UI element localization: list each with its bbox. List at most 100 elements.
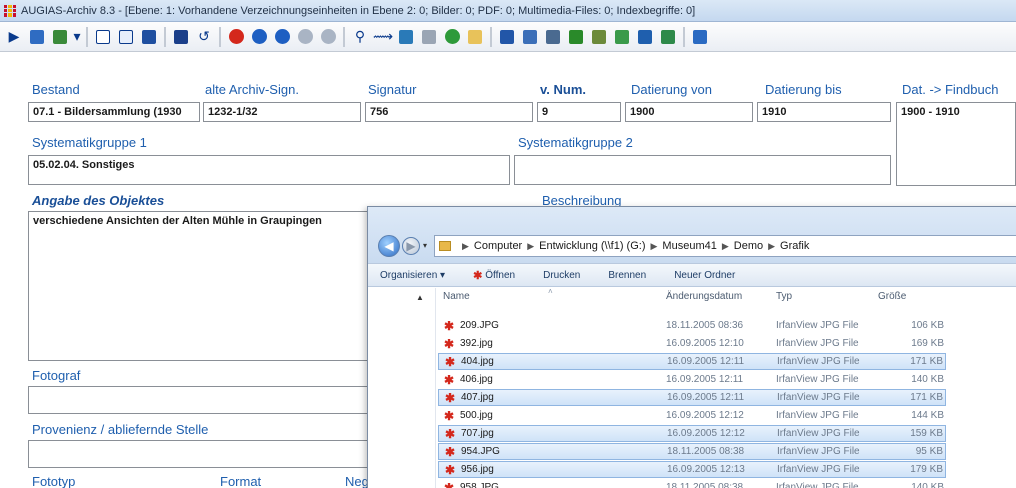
datierung-von-field[interactable]: 1900: [625, 102, 753, 122]
column-header-date[interactable]: Änderungsdatum: [666, 291, 742, 302]
angabe-des-objektes-field[interactable]: verschiedene Ansichten der Alten Mühle i…: [28, 211, 368, 361]
file-row[interactable]: ✱ 209.JPG 18.11.2005 08:36 IrfanView JPG Fi…: [438, 317, 946, 334]
print-icon[interactable]: [419, 27, 439, 47]
list-icon[interactable]: [612, 27, 632, 47]
chevron-right-icon: ▶: [462, 240, 469, 251]
file-date: 18.11.2005 08:38: [667, 446, 745, 457]
file-date: 16.09.2005 12:12: [666, 410, 744, 421]
fototyp-label: Fototyp: [32, 474, 76, 488]
v-num-label: v. Num.: [540, 82, 586, 97]
irfanview-file-icon: ✱: [444, 408, 455, 423]
column-header-name[interactable]: Name: [443, 291, 470, 302]
command-bar: Organisieren ▾ ✱ Öffnen Drucken Brennen …: [368, 263, 1016, 287]
delete-icon[interactable]: [226, 27, 246, 47]
address-bar[interactable]: ▶ Computer ▶ Entwicklung (\\f1) (G:) ▶ M…: [434, 235, 1016, 257]
bestand-field[interactable]: 07.1 - Bildersammlung (1930: [28, 102, 200, 122]
file-date: 16.09.2005 12:11: [667, 392, 745, 403]
format-label: Format: [220, 474, 262, 488]
breadcrumb-entwicklung[interactable]: Entwicklung (\\f1) (G:): [539, 240, 645, 252]
toolbar-separator: [683, 26, 685, 47]
clipboard-icon[interactable]: [465, 27, 485, 47]
systematikgruppe-2-label: Systematikgruppe 2: [518, 135, 633, 150]
chevron-right-icon: ▶: [768, 240, 776, 251]
green-book-icon[interactable]: [566, 27, 586, 47]
toolbar-separator: [164, 26, 166, 47]
forward-arrow-icon: ▶: [406, 239, 416, 253]
column-header-size[interactable]: Größe: [878, 291, 906, 302]
breadcrumb-museum41[interactable]: Museum41: [662, 240, 716, 252]
title-bar: AUGIAS-Archiv 8.3 - [Ebene: 1: Vorhanden…: [0, 0, 1016, 22]
irfanview-file-icon: ✱: [445, 444, 456, 459]
file-row[interactable]: ✱ 956.jpg 16.09.2005 12:13 IrfanView JPG Fi…: [438, 461, 946, 478]
signatur-field[interactable]: 756: [365, 102, 533, 122]
file-date: 16.09.2005 12:12: [667, 428, 745, 439]
first-icon[interactable]: [249, 27, 269, 47]
irfanview-file-icon: ✱: [444, 318, 455, 333]
systematikgruppe-1-field[interactable]: 05.02.04. Sonstiges: [28, 155, 510, 185]
provenienz-field[interactable]: [28, 440, 368, 468]
file-row[interactable]: ✱ 392.jpg 16.09.2005 12:10 IrfanView JPG Fi…: [438, 335, 946, 352]
dat-findbuch-field[interactable]: 1900 - 1910: [896, 102, 1016, 186]
column-header-type[interactable]: Typ: [776, 291, 792, 302]
irfanview-file-icon: ✱: [444, 372, 455, 387]
binoculars-icon[interactable]: ⚲: [350, 27, 370, 47]
monitor-icon[interactable]: [658, 27, 678, 47]
tree-icon[interactable]: [50, 27, 70, 47]
dat-findbuch-label: Dat. -> Findbuch: [902, 82, 999, 97]
file-size: 140 KB: [911, 374, 944, 385]
breadcrumb-demo[interactable]: Demo: [734, 240, 763, 252]
book-icon[interactable]: [543, 27, 563, 47]
image-icon[interactable]: [396, 27, 416, 47]
last-icon[interactable]: [318, 27, 338, 47]
copy-icon[interactable]: [116, 27, 136, 47]
undo-icon[interactable]: ↺: [194, 27, 214, 47]
datierung-bis-field[interactable]: 1910: [757, 102, 891, 122]
file-type: IrfanView JPG File: [777, 392, 860, 403]
breadcrumb-grafik[interactable]: Grafik: [780, 240, 809, 252]
arrow-right-icon[interactable]: ▶: [4, 27, 24, 47]
table-icon[interactable]: [139, 27, 159, 47]
columns-icon[interactable]: [27, 27, 47, 47]
prev-icon[interactable]: [272, 27, 292, 47]
dropdown-icon[interactable]: ▾: [73, 27, 81, 47]
oeffnen-button[interactable]: ✱ Öffnen: [473, 269, 515, 282]
neuer-ordner-button[interactable]: Neuer Ordner: [674, 270, 735, 281]
db-icon[interactable]: [497, 27, 517, 47]
brennen-button[interactable]: Brennen: [608, 270, 646, 281]
file-row[interactable]: ✱ 954.JPG 18.11.2005 08:38 IrfanView JPG Fi…: [438, 443, 946, 460]
systematikgruppe-2-field[interactable]: [514, 155, 891, 185]
drucken-button[interactable]: Drucken: [543, 270, 580, 281]
v-num-field[interactable]: 9: [537, 102, 621, 122]
toolbar-separator: [86, 26, 88, 47]
history-dropdown-icon[interactable]: ▾: [423, 241, 427, 250]
save-icon[interactable]: [171, 27, 191, 47]
link-icon[interactable]: ⟿: [373, 27, 393, 47]
file-type: IrfanView JPG File: [776, 410, 859, 421]
file-type: IrfanView JPG File: [776, 482, 859, 488]
oeffnen-label: Öffnen: [485, 269, 516, 281]
next-icon[interactable]: [295, 27, 315, 47]
sort-icon[interactable]: [690, 27, 710, 47]
tools-icon[interactable]: [589, 27, 609, 47]
people-icon[interactable]: [635, 27, 655, 47]
new-page-icon[interactable]: [93, 27, 113, 47]
file-row[interactable]: ✱ 500.jpg 16.09.2005 12:12 IrfanView JPG Fi…: [438, 407, 946, 424]
back-button[interactable]: ◀: [378, 235, 400, 257]
file-row[interactable]: ✱ 407.jpg 16.09.2005 12:11 IrfanView JPG Fi…: [438, 389, 946, 406]
back-arrow-icon: ◀: [384, 239, 394, 253]
file-row[interactable]: ✱ 707.jpg 16.09.2005 12:12 IrfanView JPG Fi…: [438, 425, 946, 442]
organisieren-button[interactable]: Organisieren ▾: [380, 270, 445, 281]
file-row[interactable]: ✱ 404.jpg 16.09.2005 12:11 IrfanView JPG Fi…: [438, 353, 946, 370]
alte-archiv-sign-field[interactable]: 1232-1/32: [203, 102, 361, 122]
window-title: AUGIAS-Archiv 8.3 - [Ebene: 1: Vorhanden…: [21, 4, 696, 17]
cards-icon[interactable]: [520, 27, 540, 47]
forward-button[interactable]: ▶: [402, 237, 420, 255]
irfanview-file-icon: ✱: [444, 480, 455, 488]
collapse-arrow-icon[interactable]: ▲: [416, 293, 424, 302]
breadcrumb-computer[interactable]: Computer: [474, 240, 522, 252]
file-size: 144 KB: [911, 410, 944, 421]
file-row[interactable]: ✱ 406.jpg 16.09.2005 12:11 IrfanView JPG Fi…: [438, 371, 946, 388]
globe-icon[interactable]: [442, 27, 462, 47]
file-row[interactable]: ✱ 958.JPG 18.11.2005 08:38 IrfanView JPG Fi…: [438, 479, 946, 488]
fotograf-field[interactable]: [28, 386, 368, 414]
